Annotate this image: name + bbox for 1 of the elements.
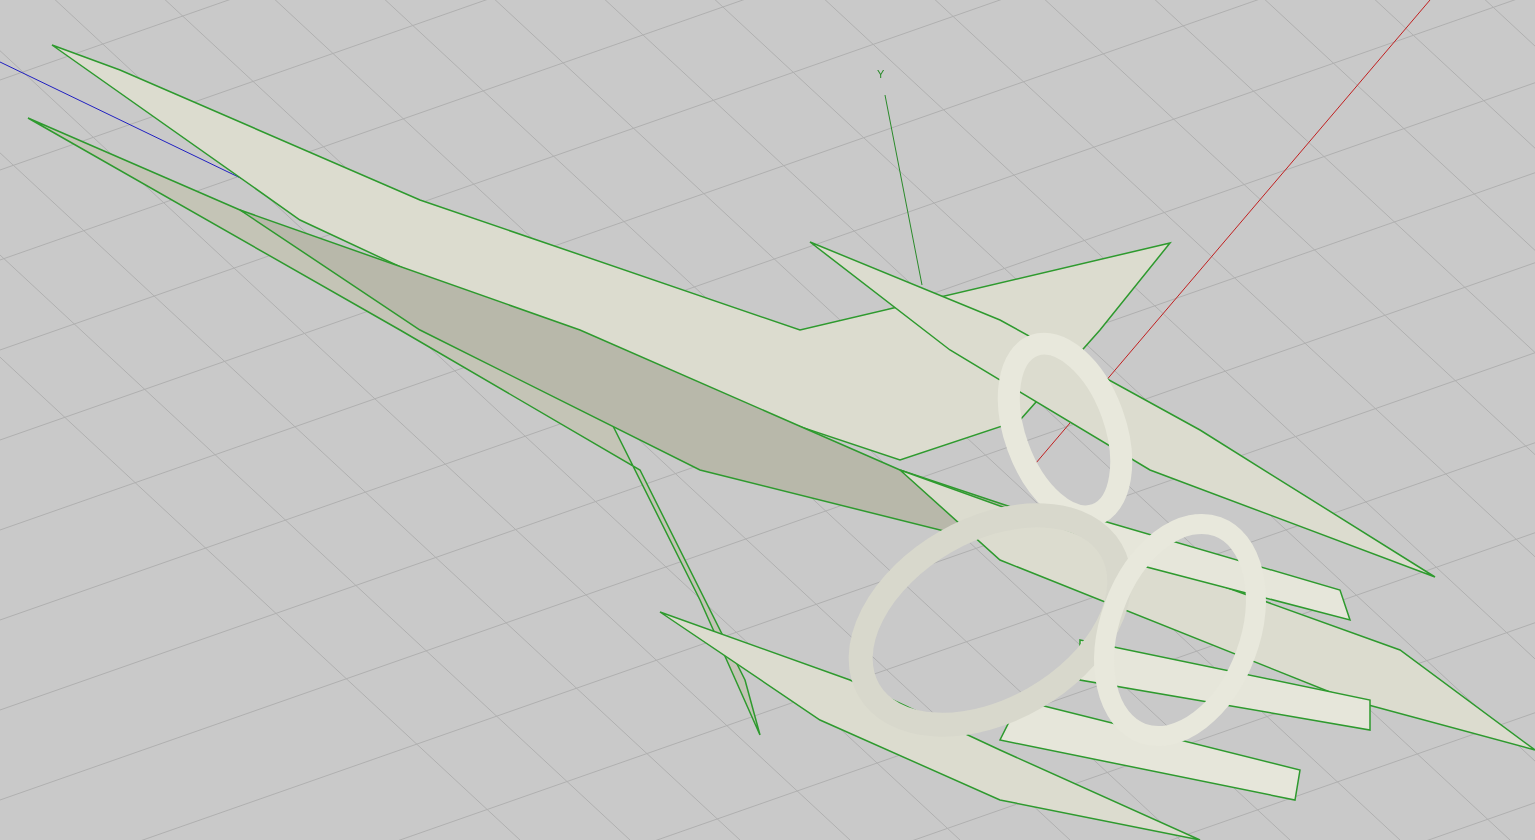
- y-axis-label: Y: [877, 67, 885, 82]
